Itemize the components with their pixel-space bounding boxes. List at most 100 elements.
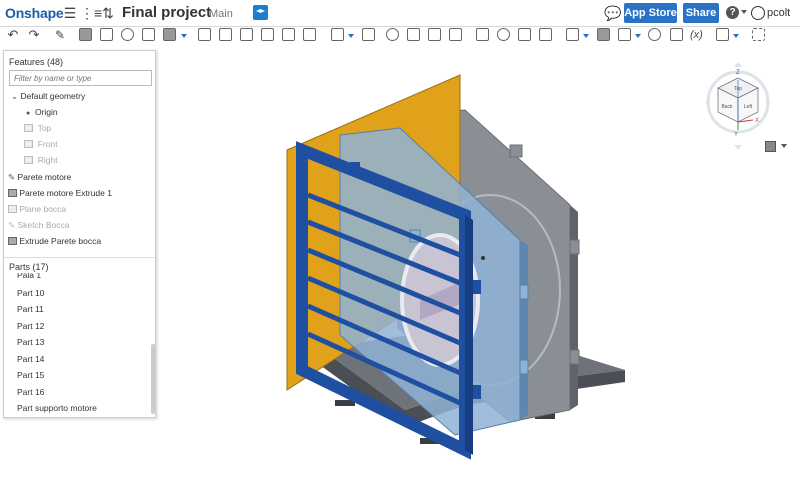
view-mode-caret-icon[interactable] <box>781 144 787 148</box>
thicken-icon[interactable] <box>163 28 176 41</box>
feature-item-sketch-bocca[interactable]: ✎ Sketch Bocca <box>8 220 69 231</box>
feature-label: Origin <box>34 107 58 117</box>
axis-y-label: Y <box>734 132 738 138</box>
view-cube[interactable]: Top Back Left Y X Z <box>703 60 773 155</box>
avatar[interactable] <box>751 6 765 20</box>
undo-icon[interactable]: ↶ <box>5 27 21 43</box>
delete-part-icon[interactable] <box>449 28 462 41</box>
shell-icon[interactable] <box>282 28 295 41</box>
mate-connector-icon[interactable] <box>597 28 610 41</box>
pattern-caret-icon[interactable] <box>348 34 354 38</box>
feature-item-parete-motore-extrude[interactable]: Parete motore Extrude 1 <box>8 188 112 198</box>
part-item[interactable]: Part 12 <box>17 321 44 331</box>
menu-icon[interactable]: ☰ <box>62 5 78 21</box>
split-icon[interactable] <box>407 28 420 41</box>
feature-item-plane-bocca[interactable]: Plane bocca <box>8 204 66 214</box>
parts-header[interactable]: Parts (17) <box>9 262 49 272</box>
helix-icon[interactable] <box>618 28 631 41</box>
chamfer-icon[interactable] <box>219 28 232 41</box>
feature-item-origin[interactable]: ● Origin <box>26 107 58 117</box>
glass-panel-tab <box>519 359 529 375</box>
features-header[interactable]: Features (48) <box>9 57 63 67</box>
mirror-icon[interactable] <box>362 28 375 41</box>
pattern-icon[interactable] <box>331 28 344 41</box>
motor-wall-tab <box>569 239 580 255</box>
frame-tab <box>473 280 481 294</box>
add-custom-feature-icon[interactable] <box>752 28 765 41</box>
part-item[interactable]: Part 11 <box>17 304 44 314</box>
helix-caret-icon[interactable] <box>635 34 641 38</box>
redo-icon[interactable]: ↷ <box>26 27 42 43</box>
move-face-icon[interactable] <box>539 28 552 41</box>
custom-features-caret-icon[interactable] <box>733 34 739 38</box>
part-item[interactable]: Pala 1 <box>17 273 41 280</box>
draft-icon[interactable] <box>240 28 253 41</box>
section-icon[interactable] <box>670 28 683 41</box>
learning-center-icon[interactable] <box>253 5 268 20</box>
hole-icon[interactable] <box>303 28 316 41</box>
comments-icon[interactable]: 💬 <box>604 5 621 21</box>
extrude-icon[interactable] <box>79 28 92 41</box>
offset-surface-icon[interactable] <box>518 28 531 41</box>
view-mode-icon[interactable] <box>765 141 776 152</box>
thicken-caret-icon[interactable] <box>181 34 187 38</box>
feature-item-top[interactable]: Top <box>24 123 51 133</box>
pivot-screw <box>481 256 485 260</box>
custom-features-icon[interactable] <box>716 28 729 41</box>
frame-tab <box>473 385 481 399</box>
transform-icon[interactable] <box>428 28 441 41</box>
plane-icon[interactable] <box>566 28 579 41</box>
part-item[interactable]: Part 14 <box>17 354 44 364</box>
axis-x-label: X <box>755 118 759 124</box>
model-3d-view[interactable] <box>280 70 640 460</box>
part-item[interactable]: Part 16 <box>17 387 44 397</box>
measure-icon[interactable] <box>648 28 661 41</box>
part-item[interactable]: Part 13 <box>17 337 44 347</box>
user-name[interactable]: pcolt <box>767 7 790 19</box>
sketch-icon[interactable]: ✎ <box>52 27 68 43</box>
onshape-logo[interactable]: Onshape <box>5 5 64 21</box>
feature-filter-input[interactable] <box>9 70 152 86</box>
origin-icon: ● <box>26 110 31 117</box>
loft-icon[interactable] <box>142 28 155 41</box>
insert-icon[interactable]: ⇅ <box>100 5 116 21</box>
sketch-icon: ✎ <box>8 220 16 230</box>
revolve-icon[interactable] <box>100 28 113 41</box>
sketch-icon: ✎ <box>8 172 16 182</box>
help-icon[interactable]: ? <box>726 6 739 19</box>
plane-icon <box>24 140 33 148</box>
sweep-icon[interactable] <box>121 28 134 41</box>
rib-icon[interactable] <box>261 28 274 41</box>
variables-icon[interactable]: (x) <box>690 29 703 41</box>
feature-item-right[interactable]: Right <box>24 155 58 165</box>
branch-label[interactable]: Main <box>209 8 233 20</box>
fillet-icon[interactable] <box>198 28 211 41</box>
parts-scrollbar[interactable] <box>151 344 155 414</box>
app-store-button[interactable]: App Store <box>624 3 677 23</box>
document-title[interactable]: Final project <box>122 4 211 21</box>
plane-icon <box>24 156 33 164</box>
feature-item-parete-motore[interactable]: ✎ Parete motore <box>8 172 71 183</box>
feature-item-default-geometry[interactable]: ⌄ Default geometry <box>11 91 85 102</box>
share-button[interactable]: Share <box>683 3 719 23</box>
part-item[interactable]: Part 15 <box>17 370 44 380</box>
modify-fillet-icon[interactable] <box>476 28 489 41</box>
help-caret-icon[interactable] <box>741 10 747 14</box>
feature-label: Default geometry <box>20 91 86 101</box>
top-bar: Onshape ☰ ⋮≡ ⇅ Final project Main 💬 App … <box>0 0 800 27</box>
feature-label: Top <box>37 123 52 133</box>
replace-face-icon[interactable] <box>497 28 510 41</box>
chevron-down-icon[interactable]: ⌄ <box>11 91 18 101</box>
feature-label: Plane bocca <box>19 204 67 214</box>
feature-item-extrude-parete-bocca[interactable]: Extrude Parete bocca <box>8 236 101 246</box>
list-icon[interactable]: ⋮≡ <box>80 5 102 21</box>
rotate-up-icon[interactable] <box>734 62 742 67</box>
boolean-icon[interactable] <box>386 28 399 41</box>
feature-item-front[interactable]: Front <box>24 139 58 149</box>
plane-caret-icon[interactable] <box>583 34 589 38</box>
panel-divider[interactable] <box>4 257 155 258</box>
part-item[interactable]: Part 10 <box>17 288 44 298</box>
feature-label: Parete motore <box>17 172 72 182</box>
rotate-down-icon[interactable] <box>734 145 742 150</box>
part-item[interactable]: Part supporto motore <box>17 403 97 413</box>
